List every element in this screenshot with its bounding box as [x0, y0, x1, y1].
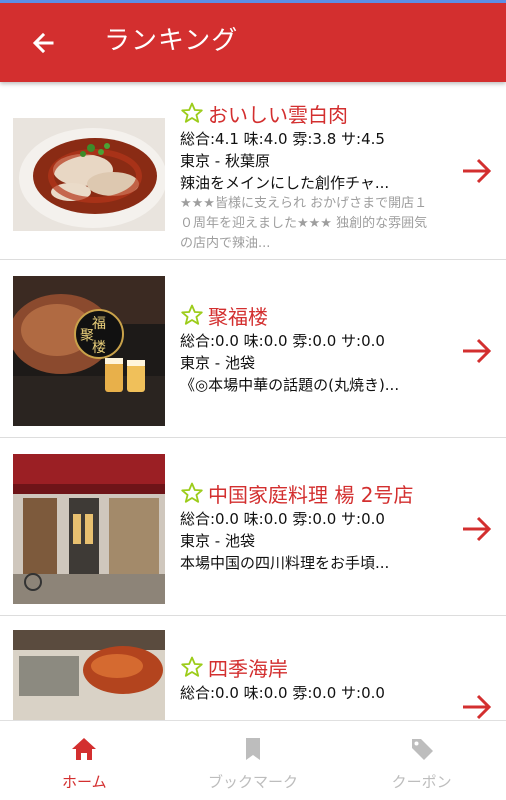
page-title: ランキング [104, 26, 239, 56]
back-button[interactable] [24, 23, 64, 63]
rating-summary: 総合:0.0 味:0.0 雰:0.0 サ:0.0 [180, 510, 385, 528]
star-outline-icon[interactable] [180, 101, 204, 125]
list-item[interactable]: 福 聚 楼 聚福楼 総合:0.0 味:0.0 雰:0.0 サ:0.0 東京 - … [0, 260, 506, 438]
bookmark-icon [246, 738, 260, 760]
restaurant-list[interactable]: おいしい雲白肉 総合:4.1 味:4.0 雰:3.8 サ:4.5 東京 - 秋葉… [0, 82, 506, 720]
arrow-forward-icon[interactable] [460, 690, 494, 720]
location: 東京 - 池袋 [180, 532, 255, 550]
svg-text:楼: 楼 [92, 340, 106, 356]
nav-coupon[interactable]: クーポン [337, 721, 506, 800]
restaurant-name: 四季海岸 [208, 656, 288, 681]
svg-text:福: 福 [92, 316, 106, 332]
arrow-forward-icon[interactable] [460, 154, 494, 188]
restaurant-name: 中国家庭料理 楊 2号店 [208, 482, 414, 507]
star-outline-icon[interactable] [180, 481, 204, 505]
nav-home-label: ホーム [62, 773, 107, 791]
bottom-navigation: ホーム ブックマーク クーポン [0, 720, 506, 800]
nav-home[interactable]: ホーム [0, 721, 169, 800]
nav-bookmark-label: ブックマーク [208, 773, 299, 791]
catchphrase: 《◎本場中華の話題の(丸焼き)... [180, 376, 400, 394]
restaurant-name: おいしい雲白肉 [208, 102, 348, 127]
location: 東京 - 秋葉原 [180, 152, 270, 170]
list-item[interactable]: 四季海岸 総合:0.0 味:0.0 雰:0.0 サ:0.0 [0, 616, 506, 720]
restaurant-photo [13, 454, 165, 604]
nav-coupon-label: クーポン [391, 773, 452, 791]
restaurant-name: 聚福楼 [208, 304, 268, 329]
catchphrase: 本場中国の四川料理をお手頃... [180, 554, 390, 572]
arrow-back-icon [32, 32, 54, 54]
star-outline-icon[interactable] [180, 303, 204, 327]
app-bar: ランキング [0, 0, 506, 82]
rating-summary: 総合:0.0 味:0.0 雰:0.0 サ:0.0 [180, 332, 385, 350]
arrow-forward-icon[interactable] [460, 334, 494, 368]
location: 東京 - 池袋 [180, 354, 255, 372]
rating-summary: 総合:4.1 味:4.0 雰:3.8 サ:4.5 [180, 130, 385, 148]
arrow-forward-icon[interactable] [460, 512, 494, 546]
description: ★★★皆様に支えられ おかげさまで開店１０周年を迎えました★★★ 独創的な雰囲気… [180, 196, 428, 251]
rating-summary: 総合:0.0 味:0.0 雰:0.0 サ:0.0 [180, 684, 385, 702]
catchphrase: 辣油をメインにした創作チャ... [180, 174, 390, 192]
nav-bookmark[interactable]: ブックマーク [169, 721, 338, 800]
restaurant-photo [13, 630, 165, 720]
tag-icon [411, 739, 433, 760]
star-outline-icon[interactable] [180, 655, 204, 679]
restaurant-photo [13, 118, 165, 231]
list-item[interactable]: おいしい雲白肉 総合:4.1 味:4.0 雰:3.8 サ:4.5 東京 - 秋葉… [0, 82, 506, 260]
restaurant-photo: 福 聚 楼 [13, 276, 165, 426]
list-item[interactable]: 中国家庭料理 楊 2号店 総合:0.0 味:0.0 雰:0.0 サ:0.0 東京… [0, 438, 506, 616]
home-icon [72, 738, 97, 760]
